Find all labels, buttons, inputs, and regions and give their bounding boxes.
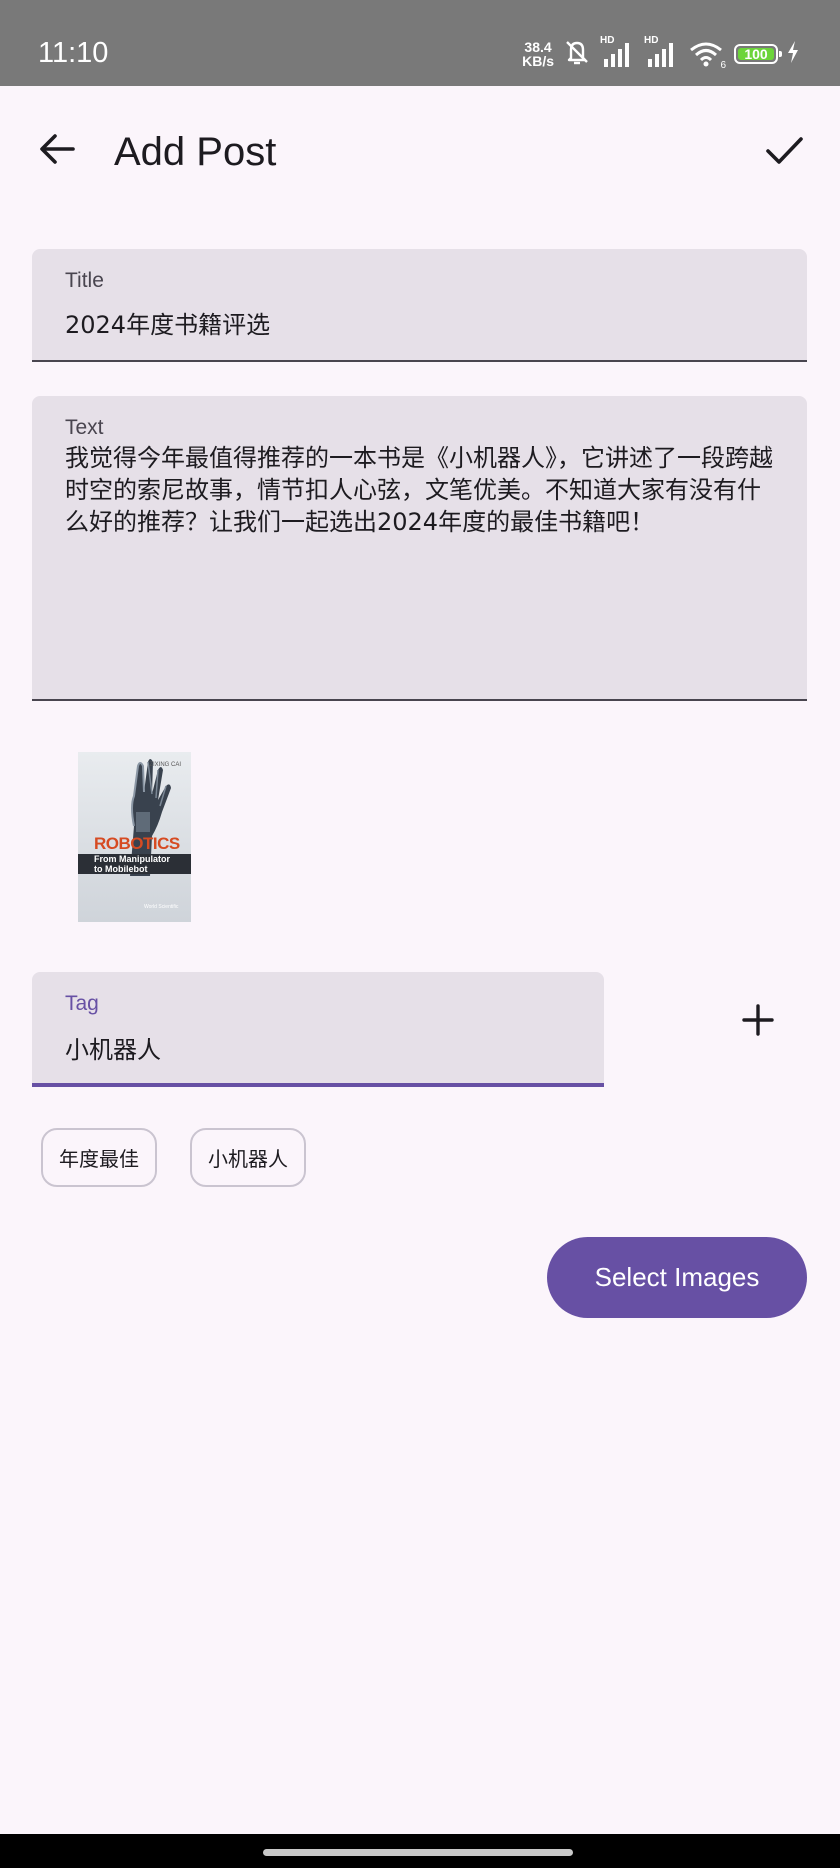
wifi-label: 6 xyxy=(720,60,726,71)
text-field-underline xyxy=(32,699,807,701)
status-bar: 11:10 38.4 KB/s HD HD 6 100 xyxy=(0,0,840,86)
arrow-back-icon xyxy=(37,129,77,173)
page-title: Add Post xyxy=(114,130,277,174)
mute-bell-icon xyxy=(562,37,592,71)
tag-chip[interactable]: 小机器人 xyxy=(190,1128,306,1187)
select-images-button[interactable]: Select Images xyxy=(547,1237,807,1318)
title-field-label: Title xyxy=(65,269,104,292)
back-button[interactable] xyxy=(30,124,84,178)
tag-chip-label: 年度最佳 xyxy=(59,1147,139,1171)
tag-field[interactable]: Tag 小机器人 xyxy=(32,972,604,1087)
status-time: 11:10 xyxy=(38,37,109,69)
network-speed-value: 38.4 xyxy=(524,39,552,55)
title-field-underline xyxy=(32,360,807,362)
confirm-button[interactable] xyxy=(756,124,812,180)
battery-cap xyxy=(779,51,782,57)
charging-icon xyxy=(786,40,800,68)
app-bar: Add Post xyxy=(0,86,840,216)
title-field[interactable]: Title 2024年度书籍评选 xyxy=(32,249,807,362)
home-gesture-handle[interactable] xyxy=(263,1849,573,1856)
navigation-bar xyxy=(0,1834,840,1868)
title-field-value: 2024年度书籍评选 xyxy=(65,311,271,339)
network-speed: 38.4 KB/s xyxy=(522,40,554,68)
plus-icon xyxy=(741,1003,775,1041)
battery-icon: 100 xyxy=(734,44,782,64)
tag-field-underline xyxy=(32,1083,604,1087)
add-tag-button[interactable] xyxy=(733,994,783,1050)
check-icon xyxy=(763,129,805,175)
tag-field-label: Tag xyxy=(65,992,99,1015)
text-field-value: 我觉得今年最值得推荐的一本书是《小机器人》，它讲述了一段跨越时空的索尼故事，情节… xyxy=(65,444,773,536)
signal-icon: HD xyxy=(600,35,636,69)
cover-author: ZIXING CAI xyxy=(149,762,181,768)
wifi-icon: 6 xyxy=(688,39,726,71)
cover-publisher: World Scientific xyxy=(144,904,179,910)
tag-chip[interactable]: 年度最佳 xyxy=(41,1128,157,1187)
status-icons: 38.4 KB/s HD HD 6 100 xyxy=(522,35,800,71)
selected-image-thumbnail[interactable]: ZIXING CAI ROBOTICS From Manipulator to … xyxy=(78,752,191,922)
cover-title: ROBOTICS xyxy=(94,834,180,853)
cover-subtitle-line-1: From Manipulator xyxy=(94,854,170,864)
text-field-label: Text xyxy=(65,416,104,439)
cover-subtitle: From Manipulator to Mobilebot xyxy=(94,854,170,874)
battery-level: 100 xyxy=(744,46,768,62)
tag-field-value: 小机器人 xyxy=(65,1036,161,1064)
tag-chip-label: 小机器人 xyxy=(208,1147,288,1171)
signal-icon: HD xyxy=(644,35,680,69)
network-speed-unit: KB/s xyxy=(522,53,554,69)
cover-subtitle-line-2: to Mobilebot xyxy=(94,864,148,874)
select-images-label: Select Images xyxy=(594,1262,760,1292)
text-field[interactable]: Text 我觉得今年最值得推荐的一本书是《小机器人》，它讲述了一段跨越时空的索尼… xyxy=(32,396,807,701)
